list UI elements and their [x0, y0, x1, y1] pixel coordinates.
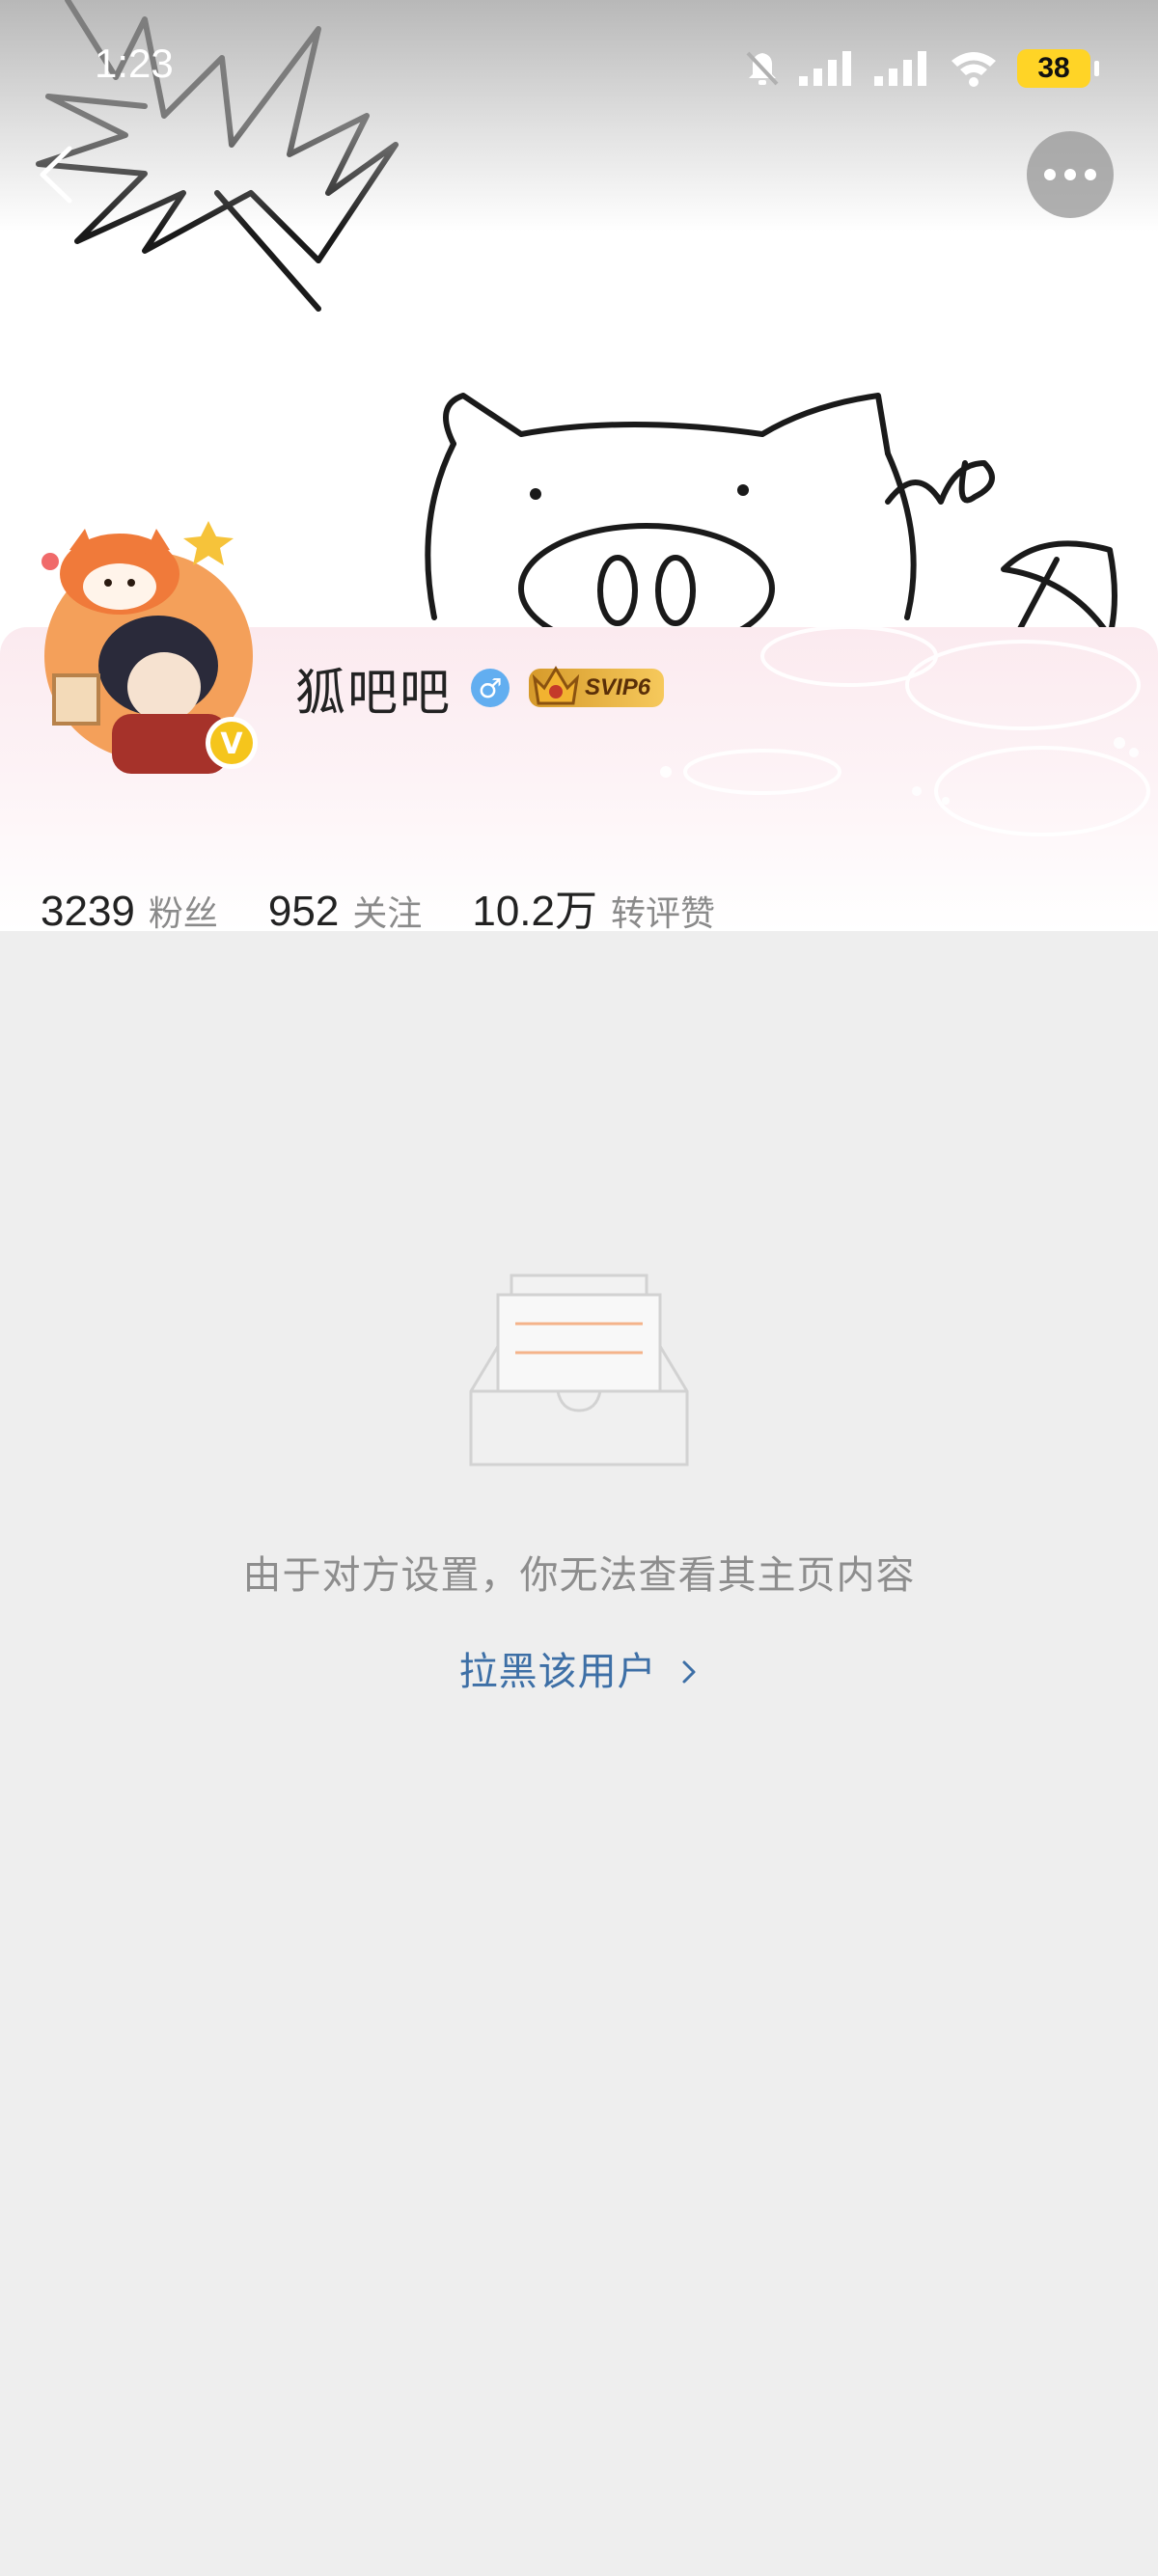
- avatar[interactable]: V: [35, 521, 272, 774]
- more-options-button[interactable]: [1027, 131, 1114, 218]
- signal-icon: [874, 51, 926, 86]
- block-user-label: 拉黑该用户: [458, 1650, 657, 1694]
- block-user-link[interactable]: 拉黑该用户: [0, 1640, 1158, 1696]
- status-time: 1:23: [95, 41, 174, 86]
- stat-following[interactable]: 952 关注: [268, 886, 422, 936]
- profile-stats: 3239 粉丝 952 关注 10.2万 转评赞: [41, 876, 765, 938]
- signal-icon: [799, 51, 851, 86]
- stat-interactions-label: 转评赞: [610, 894, 715, 934]
- gender-symbol: ♂: [478, 671, 503, 704]
- svip-badge-label: SVIP6: [585, 674, 651, 700]
- status-icons: 38: [745, 44, 1099, 93]
- more-dots-icon: [1044, 169, 1096, 180]
- battery-icon: 38: [1017, 49, 1099, 88]
- svip-badge[interactable]: SVIP6: [529, 666, 665, 707]
- crown-icon: [532, 666, 580, 705]
- stat-following-label: 关注: [352, 894, 423, 934]
- wifi-icon: [951, 52, 996, 87]
- restricted-content-message: 由于对方设置，你无法查看其主页内容: [242, 1553, 916, 1598]
- stat-following-count: 952: [267, 888, 340, 935]
- back-button[interactable]: [33, 143, 81, 206]
- username-row: 狐吧吧 ♂ SVIP6: [295, 656, 665, 723]
- avatar-fox-character-image: V: [41, 521, 258, 774]
- status-bar: 1:23 38: [0, 0, 1158, 135]
- stat-interactions-count: 10.2万: [472, 888, 597, 935]
- empty-inbox-icon: [469, 1274, 689, 1466]
- stat-interactions[interactable]: 10.2万 转评赞: [472, 876, 715, 938]
- battery-level: 38: [1037, 52, 1070, 84]
- male-gender-icon: ♂: [471, 669, 510, 707]
- stat-followers-label: 粉丝: [148, 894, 218, 934]
- username: 狐吧吧: [295, 664, 453, 723]
- chevron-left-icon: [40, 146, 72, 204]
- chevron-right-icon: [682, 1660, 696, 1684]
- verified-badge-text: V: [220, 727, 243, 761]
- stat-followers-count: 3239: [41, 888, 135, 935]
- bell-muted-icon: [746, 51, 779, 86]
- stat-followers[interactable]: 3239 粉丝: [41, 886, 218, 936]
